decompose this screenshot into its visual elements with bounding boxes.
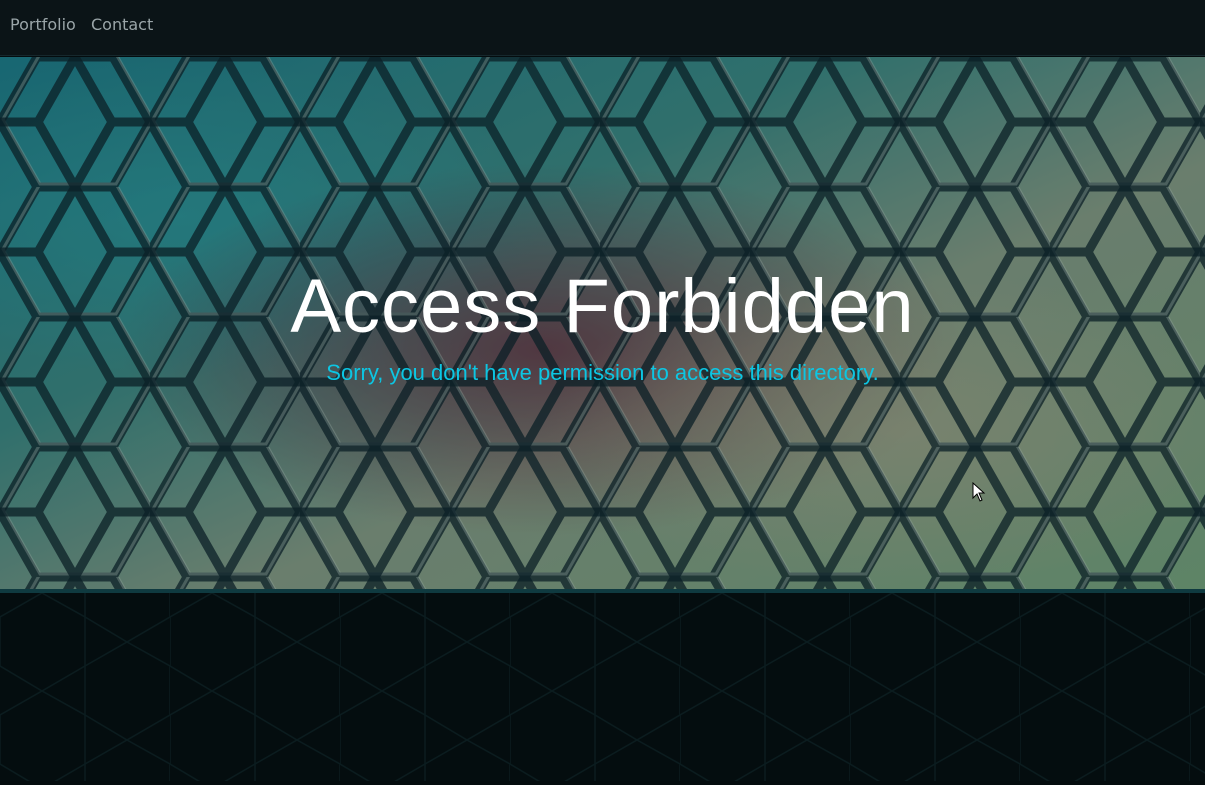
error-message: Sorry, you don't have permission to acce… [326, 360, 879, 385]
hero-banner: Access Forbidden Sorry, you don't have p… [0, 57, 1205, 589]
mouse-cursor-icon [972, 482, 986, 502]
footer-hex-pattern [0, 593, 1205, 781]
page-title: Access Forbidden [290, 264, 915, 349]
nav-link-contact[interactable]: Contact [91, 15, 153, 34]
top-navbar: Portfolio Contact [0, 0, 1205, 56]
nav-link-portfolio[interactable]: Portfolio [10, 15, 76, 34]
footer-background [0, 593, 1205, 781]
